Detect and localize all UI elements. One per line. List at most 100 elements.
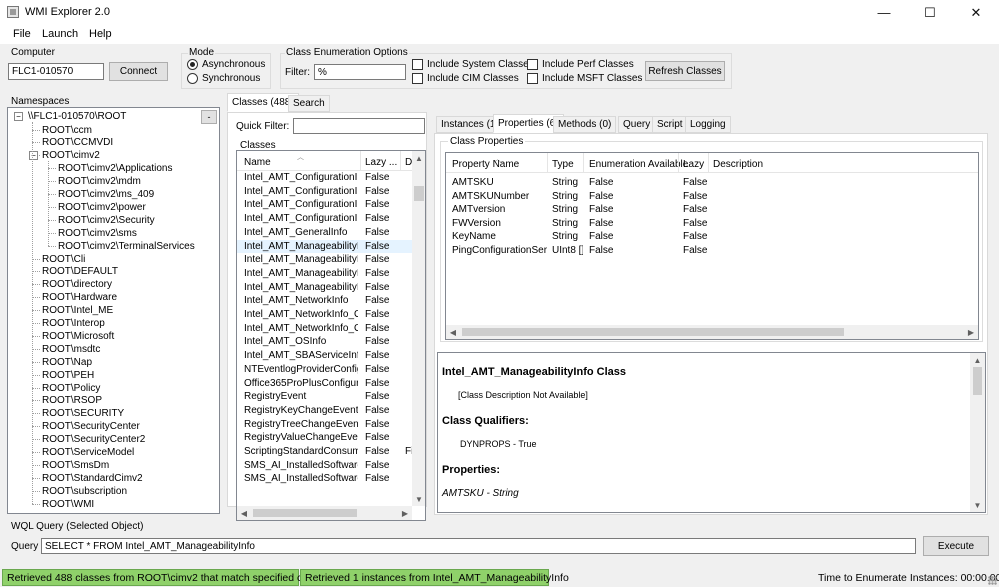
class-row[interactable]: SMS_AI_InstalledSoftwareS... False (237, 472, 412, 486)
cimv2-expander-icon[interactable]: − (29, 151, 38, 161)
class-row[interactable]: NTEventlogProviderConfig False (237, 363, 412, 377)
scroll-left-arrow-icon[interactable]: ◀ (237, 506, 251, 520)
class-row[interactable]: Intel_AMT_ConfigurationInf... False (237, 198, 412, 212)
column-property-name[interactable]: Property Name (452, 159, 519, 170)
class-row[interactable]: Intel_AMT_ManageabilityInf... False (237, 253, 412, 267)
class-row[interactable]: Intel_AMT_ConfigurationInf... False (237, 171, 412, 185)
description-vertical-scrollbar[interactable]: ▲ ▼ (970, 353, 985, 512)
class-row[interactable]: Intel_AMT_ManageabilityInf... False (237, 267, 412, 281)
property-row[interactable]: PingConfigurationServer UInt8 [] False Fals… (446, 244, 978, 258)
class-row[interactable]: SMS_AI_InstalledSoftware... False (237, 459, 412, 473)
sync-radio[interactable] (187, 73, 198, 84)
namespace-item[interactable]: ROOT\SECURITY (42, 407, 124, 420)
class-row[interactable]: Intel_AMT_NetworkInfo_O... False (237, 322, 412, 336)
column-lazy[interactable]: Lazy (683, 159, 704, 170)
class-row[interactable]: RegistryEvent False (237, 390, 412, 404)
namespace-item[interactable]: ROOT\DEFAULT (42, 265, 118, 278)
column-type[interactable]: Type (552, 159, 574, 170)
properties-hscroll-thumb[interactable] (462, 328, 844, 336)
connect-button[interactable]: Connect (109, 62, 168, 81)
class-row[interactable]: ScriptingStandardConsumer... False Fi (237, 445, 412, 459)
class-row[interactable]: Intel_AMT_OSInfo False (237, 335, 412, 349)
class-row[interactable]: Intel_AMT_NetworkInfo_O... False (237, 308, 412, 322)
namespace-item[interactable]: ROOT\WMI (42, 498, 94, 511)
tab-search[interactable]: Search (288, 95, 330, 112)
menu-launch[interactable]: Launch (42, 28, 78, 40)
classes-vertical-scrollbar[interactable]: ▲ ▼ (412, 151, 425, 506)
scroll-down-arrow-icon[interactable]: ▼ (970, 498, 985, 512)
minimize-button[interactable]: — (861, 0, 907, 25)
namespace-item[interactable]: ROOT\cimv2\Security (58, 214, 155, 227)
tab-script[interactable]: Script (652, 116, 688, 133)
namespace-item[interactable]: ROOT\Interop (42, 317, 105, 330)
maximize-button[interactable]: ☐ (907, 0, 953, 25)
scroll-up-arrow-icon[interactable]: ▲ (970, 353, 985, 367)
class-row[interactable]: Intel_AMT_ManageabilityInf... False (237, 281, 412, 295)
namespace-item[interactable]: ROOT\cimv2\ms_409 (58, 188, 154, 201)
namespace-item[interactable]: ROOT\ServiceModel (42, 446, 134, 459)
classes-list[interactable]: ︿ Name Lazy ... D Intel_AMT_Configuratio… (236, 150, 426, 521)
class-row[interactable]: Intel_AMT_SBAServiceInfo False (237, 349, 412, 363)
namespace-item[interactable]: ROOT\RSOP (42, 394, 102, 407)
include-msft-checkbox[interactable] (527, 73, 538, 84)
class-row[interactable]: Intel_AMT_ConfigurationInf... False (237, 185, 412, 199)
namespace-item[interactable]: ROOT\cimv2 (42, 149, 100, 162)
tab-methods[interactable]: Methods (0) (553, 116, 617, 133)
classes-horizontal-scrollbar[interactable]: ◀ ▶ (237, 506, 412, 520)
class-row[interactable]: Intel_AMT_ManageabilityInfo False (237, 239, 412, 254)
column-lazy[interactable]: Lazy ... (365, 157, 397, 168)
scroll-down-arrow-icon[interactable]: ▼ (412, 492, 425, 506)
class-row[interactable]: Intel_AMT_NetworkInfo False (237, 294, 412, 308)
class-row[interactable]: Intel_AMT_GeneralInfo False (237, 226, 412, 240)
namespace-item[interactable]: ROOT\directory (42, 278, 112, 291)
namespace-item[interactable]: ROOT\Microsoft (42, 330, 114, 343)
scroll-up-arrow-icon[interactable]: ▲ (412, 151, 425, 165)
include-system-checkbox[interactable] (412, 59, 423, 70)
column-enumeration-available[interactable]: Enumeration Available (589, 159, 688, 170)
root-expander-icon[interactable]: − (14, 112, 23, 121)
column-description[interactable]: Description (713, 159, 763, 170)
namespace-item[interactable]: ROOT\Hardware (42, 291, 117, 304)
namespace-item[interactable]: ROOT\StandardCimv2 (42, 472, 143, 485)
namespace-item[interactable]: ROOT\SmsDm (42, 459, 109, 472)
classes-hscroll-thumb[interactable] (253, 509, 357, 517)
computer-name-input[interactable]: FLC1-010570 (8, 63, 104, 80)
namespace-item[interactable]: ROOT\CCMVDI (42, 136, 113, 149)
class-row[interactable]: Intel_AMT_ConfigurationInf... False (237, 212, 412, 226)
namespace-item[interactable]: ROOT\Intel_ME (42, 304, 113, 317)
class-description-view[interactable]: Intel_AMT_ManageabilityInfo Class [Class… (437, 352, 986, 513)
property-row[interactable]: AMTversion String False False (446, 203, 978, 217)
namespace-tree[interactable]: - − \\FLC1-010570\ROOT ROOT\ccm ROOT\CCMV… (7, 107, 220, 514)
quick-filter-input[interactable] (293, 118, 425, 134)
scroll-left-arrow-icon[interactable]: ◀ (446, 325, 460, 339)
namespace-item[interactable]: ROOT\cimv2\power (58, 201, 146, 214)
wql-query-input[interactable]: SELECT * FROM Intel_AMT_ManageabilityInf… (41, 538, 916, 554)
class-filter-input[interactable]: % (314, 64, 406, 80)
column-name[interactable]: Name (244, 157, 271, 168)
namespace-item[interactable]: ROOT\cimv2\mdm (58, 175, 141, 188)
property-row[interactable]: KeyName String False False (446, 230, 978, 244)
property-row[interactable]: AMTSKUNumber String False False (446, 190, 978, 204)
property-row[interactable]: FWVersion String False False (446, 217, 978, 231)
namespace-item[interactable]: ROOT\msdtc (42, 343, 100, 356)
async-radio[interactable] (187, 59, 198, 70)
scroll-right-arrow-icon[interactable]: ▶ (398, 506, 412, 520)
namespace-item[interactable]: ROOT\Policy (42, 382, 100, 395)
classes-scroll-thumb[interactable] (414, 186, 424, 201)
tree-root[interactable]: \\FLC1-010570\ROOT (28, 110, 126, 123)
namespace-item[interactable]: ROOT\Cli (42, 253, 85, 266)
refresh-classes-button[interactable]: Refresh Classes (645, 61, 725, 81)
namespace-item[interactable]: ROOT\cimv2\sms (58, 227, 137, 240)
class-row[interactable]: Office365ProPlusConfigurati... False (237, 377, 412, 391)
properties-horizontal-scrollbar[interactable]: ◀ ▶ (446, 325, 978, 339)
description-scroll-thumb[interactable] (973, 367, 982, 395)
menu-file[interactable]: File (13, 28, 31, 40)
namespace-item[interactable]: ROOT\PEH (42, 369, 94, 382)
namespace-item[interactable]: ROOT\cimv2\TerminalServices (58, 240, 195, 253)
namespace-item[interactable]: ROOT\Nap (42, 356, 92, 369)
menu-help[interactable]: Help (89, 28, 112, 40)
include-perf-checkbox[interactable] (527, 59, 538, 70)
class-row[interactable]: RegistryTreeChangeEvent False (237, 418, 412, 432)
resize-grip-icon[interactable] (988, 576, 997, 585)
tab-logging[interactable]: Logging (685, 116, 731, 133)
